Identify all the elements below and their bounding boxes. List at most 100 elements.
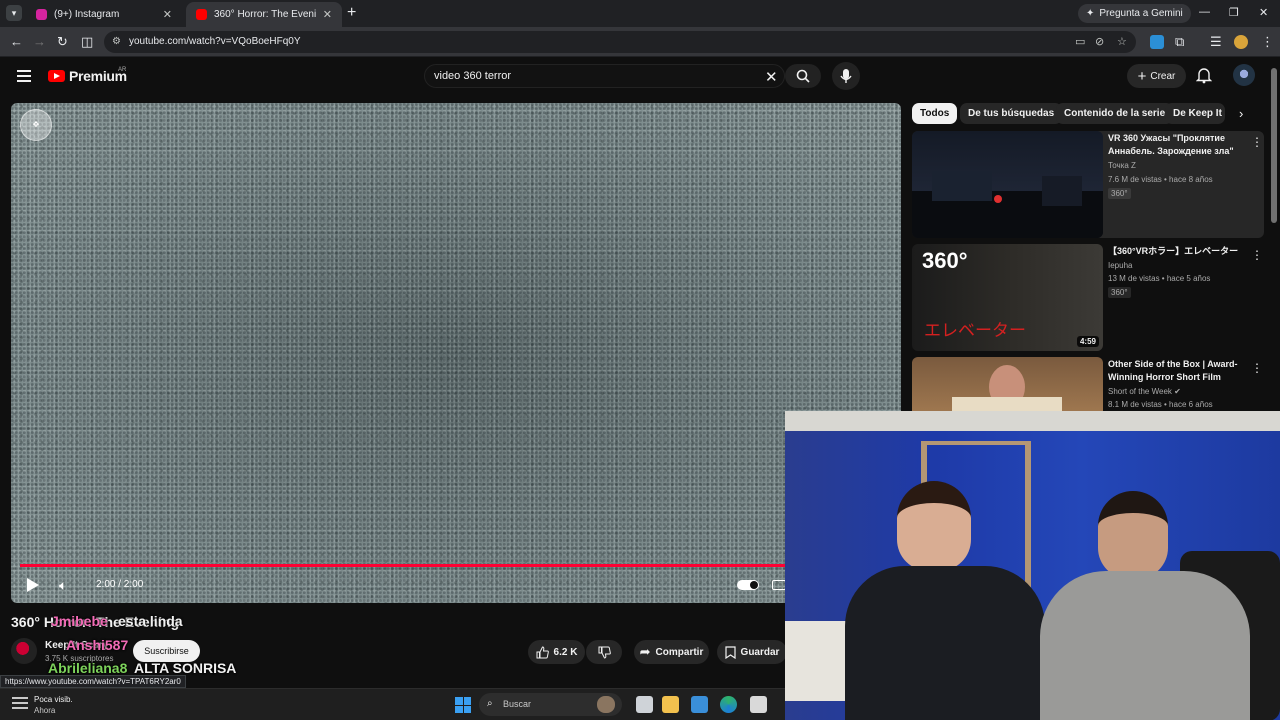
- gemini-icon: ✦: [1086, 8, 1095, 19]
- share-button[interactable]: ➦ Compartir: [634, 640, 709, 664]
- file-explorer-icon[interactable]: [662, 696, 679, 713]
- rec-channel[interactable]: Точка Z: [1108, 161, 1136, 170]
- chat-username: Anshi587: [66, 637, 129, 653]
- new-tab-button[interactable]: +: [347, 4, 356, 22]
- streamer-left: [845, 481, 1045, 720]
- store-icon[interactable]: [750, 696, 767, 713]
- url-field[interactable]: ⚙ youtube.com/watch?v=VQoBoeHFq0Y ▭ ⊘ ☆: [104, 31, 1136, 53]
- search-value: video 360 terror: [434, 70, 512, 82]
- webcam-overlay: [785, 411, 1280, 720]
- video-thumbnail[interactable]: 360° エレベーター 4:59: [912, 244, 1103, 351]
- subscribe-button[interactable]: Suscribirse: [133, 640, 200, 662]
- save-label: Guardar: [740, 646, 780, 658]
- edge-icon[interactable]: [720, 696, 737, 713]
- rec-channel-text: Short of the Week: [1108, 387, 1172, 396]
- more-options-icon[interactable]: ⋮: [1251, 361, 1263, 375]
- weather-sub: Ahora: [34, 706, 56, 715]
- back-icon[interactable]: ←: [10, 34, 23, 49]
- chip-all[interactable]: Todos: [912, 103, 958, 124]
- close-tab-icon[interactable]: ✕: [323, 8, 332, 21]
- forward-icon[interactable]: →: [33, 34, 46, 49]
- create-button[interactable]: + Crear: [1127, 64, 1186, 88]
- eye-off-icon[interactable]: ⊘: [1095, 35, 1104, 48]
- notifications-button[interactable]: [1195, 66, 1213, 87]
- autoplay-toggle[interactable]: [737, 580, 759, 590]
- video-player[interactable]: ✥ 🔈︎ 2:00 / 2:00: [11, 103, 901, 603]
- instagram-icon: [36, 9, 47, 20]
- more-options-icon[interactable]: ⋮: [1251, 135, 1263, 149]
- thumbnail-360-text: 360°: [922, 248, 968, 273]
- maximize-button[interactable]: ❐: [1229, 6, 1239, 19]
- cast-icon[interactable]: ▭: [1075, 35, 1085, 48]
- account-avatar[interactable]: [1233, 64, 1255, 86]
- scrollbar[interactable]: [1271, 68, 1277, 223]
- video-thumbnail[interactable]: [912, 131, 1103, 238]
- plus-icon: +: [1137, 67, 1147, 85]
- close-tab-icon[interactable]: ✕: [163, 8, 172, 21]
- rec-badge: 360°: [1108, 188, 1131, 199]
- task-view-icon[interactable]: [636, 696, 653, 713]
- chip-channel[interactable]: De Keep It Scary: [1165, 103, 1225, 124]
- recommended-video[interactable]: VR 360 Ужасы "Проклятие Аннабель. Зарожд…: [912, 131, 1264, 238]
- video-thumbnail[interactable]: [912, 357, 1103, 411]
- tab-title: (9+) Instagram: [54, 9, 120, 20]
- search-button[interactable]: [785, 64, 821, 88]
- browser-menu-icon[interactable]: ⋮: [1261, 34, 1274, 50]
- thumbnail-jp-text: エレベーター: [924, 321, 1026, 340]
- youtube-header: Premium AR video 360 terror ✕ + Crear: [0, 58, 1270, 98]
- play-icon[interactable]: [27, 578, 39, 592]
- close-window-button[interactable]: ✕: [1259, 6, 1268, 19]
- chevron-right-icon[interactable]: ›: [1239, 106, 1243, 121]
- search-input[interactable]: video 360 terror ✕: [424, 64, 785, 88]
- save-button[interactable]: Guardar: [717, 640, 787, 664]
- voice-search-button[interactable]: [832, 62, 860, 90]
- progress-bar[interactable]: [20, 564, 892, 567]
- create-label: Crear: [1150, 70, 1176, 82]
- windows-start-icon[interactable]: [455, 697, 471, 713]
- ceiling: [785, 411, 1280, 431]
- profile-avatar[interactable]: [1234, 35, 1248, 49]
- extensions-puzzle-icon[interactable]: ⧉: [1175, 34, 1184, 50]
- rec-badge: 360°: [1108, 287, 1131, 298]
- volume-icon[interactable]: 🔈︎: [59, 577, 67, 594]
- youtube-logo[interactable]: Premium: [48, 68, 127, 84]
- tab-title: 360° Horror: The Evening - YouTube: [214, 9, 316, 20]
- reader-mode-icon[interactable]: ◫: [81, 34, 93, 50]
- chip-from-searches[interactable]: De tus búsquedas: [960, 103, 1063, 124]
- weather-title[interactable]: Poca visib.: [34, 695, 73, 704]
- tab-instagram[interactable]: (9+) Instagram ✕: [26, 2, 182, 27]
- reading-list-icon[interactable]: ☰: [1210, 34, 1222, 50]
- rec-channel[interactable]: Iepuha: [1108, 261, 1132, 270]
- thumbnail-scene: [952, 365, 1062, 411]
- dislike-button[interactable]: [586, 640, 622, 664]
- youtube-icon: [196, 9, 207, 20]
- search-icon: [796, 69, 810, 83]
- recommended-video[interactable]: Other Side of the Box | Award-Winning Ho…: [912, 357, 1264, 411]
- subtitles-icon[interactable]: [772, 580, 786, 590]
- search-highlight-icon: [597, 696, 615, 713]
- extension-icon[interactable]: [1150, 35, 1164, 49]
- like-button[interactable]: 6.2 K: [528, 640, 585, 664]
- chip-series[interactable]: Contenido de la serie: [1056, 103, 1174, 124]
- tab-youtube[interactable]: 360° Horror: The Evening - YouTube ✕: [186, 2, 342, 27]
- site-info-icon[interactable]: ⚙: [112, 36, 121, 47]
- 360-pan-control-icon[interactable]: ✥: [20, 109, 52, 141]
- menu-icon[interactable]: [17, 70, 31, 82]
- bookmark-star-icon[interactable]: ☆: [1117, 35, 1127, 48]
- more-options-icon[interactable]: ⋮: [1251, 248, 1263, 262]
- reload-icon[interactable]: ↻: [57, 34, 68, 50]
- fog-icon[interactable]: [12, 697, 28, 711]
- recommended-video[interactable]: 360° エレベーター 4:59 【360°VRホラー】エレベーター Iepuh…: [912, 244, 1264, 351]
- minimize-button[interactable]: —: [1199, 6, 1210, 18]
- chat-username: Abrileliana8: [48, 660, 128, 676]
- rec-channel[interactable]: Short of the Week ✔: [1108, 387, 1181, 396]
- clear-search-icon[interactable]: ✕: [765, 68, 778, 86]
- taskbar-search-input[interactable]: ⌕ Buscar: [479, 693, 622, 716]
- gemini-button[interactable]: ✦ Pregunta a Gemini: [1078, 4, 1191, 23]
- rec-meta: 13 M de vistas • hace 5 años: [1108, 274, 1211, 283]
- channel-avatar[interactable]: [11, 638, 37, 664]
- mic-icon: [840, 69, 852, 83]
- tab-search-icon[interactable]: ▾: [6, 5, 22, 21]
- app-icon[interactable]: [691, 696, 708, 713]
- rec-title: VR 360 Ужасы "Проклятие Аннабель. Зарожд…: [1108, 133, 1234, 156]
